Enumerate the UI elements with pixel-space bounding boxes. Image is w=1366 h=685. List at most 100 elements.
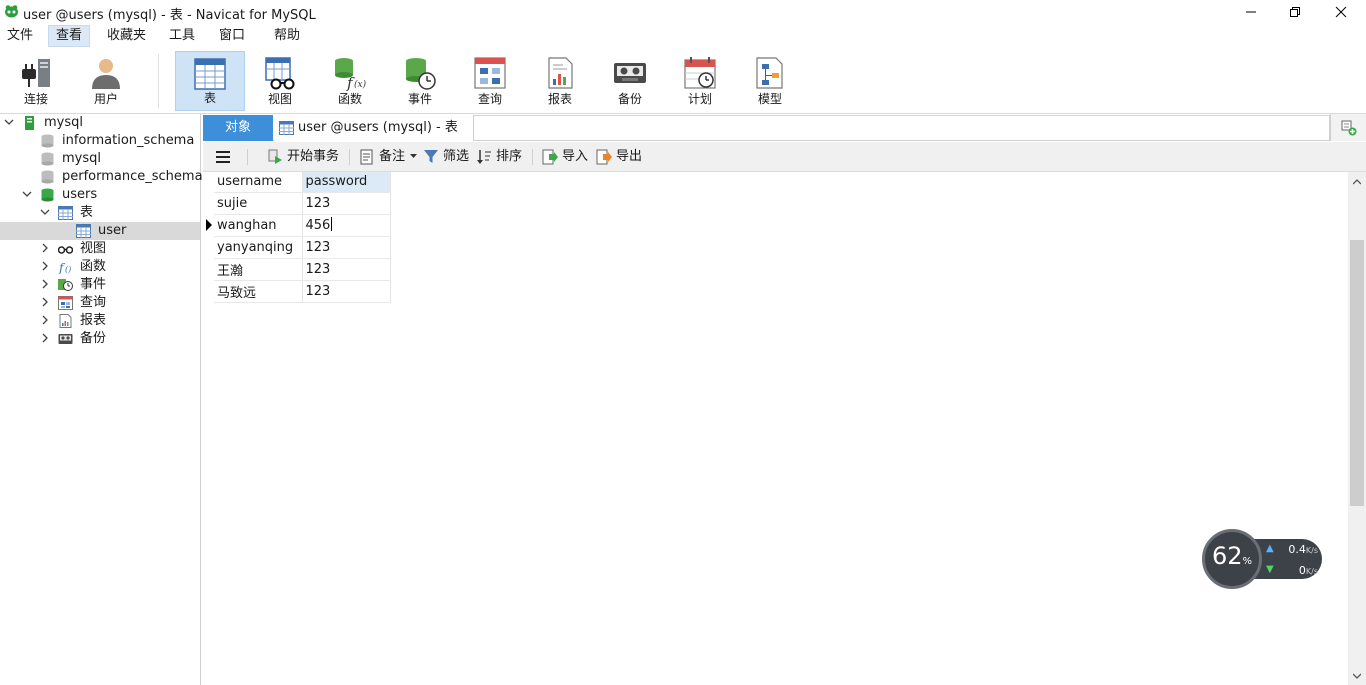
export-button[interactable]: 导出 (596, 148, 646, 166)
tree-database-information-schema[interactable]: information_schema (0, 132, 200, 150)
function-icon: f (x) (335, 58, 367, 91)
chevron-down-icon[interactable] (40, 207, 50, 217)
cell-username[interactable]: 马致远 (214, 280, 303, 303)
query-icon (474, 57, 506, 89)
tree-database-mysql[interactable]: mysql (0, 150, 200, 168)
chevron-down-icon[interactable] (22, 189, 32, 199)
scroll-down-icon[interactable] (1353, 672, 1361, 680)
tree-group-reports[interactable]: 报表 (0, 312, 200, 330)
grid-header-row: username password (214, 172, 391, 193)
menu-file[interactable]: 文件 (0, 25, 40, 47)
tree-label: users (62, 187, 98, 202)
toolbar-event-button[interactable]: 事件 (385, 51, 455, 111)
tree-label: information_schema (62, 133, 195, 148)
table-icon (76, 224, 91, 238)
chevron-down-icon[interactable] (4, 117, 14, 127)
table-row: yanyanqing 123 (214, 236, 391, 259)
toolbar-separator (532, 149, 533, 165)
filter-button[interactable]: 筛选 (423, 148, 473, 166)
cell-password[interactable]: 123 (302, 280, 391, 303)
network-speed-widget[interactable]: 62% ▲ 0.4K/s ▼ 0K/s (1202, 529, 1324, 589)
tree-connection-mysql[interactable]: mysql (0, 114, 200, 132)
cell-password[interactable]: 123 (302, 258, 391, 281)
toolbar-label: 视图 (267, 92, 292, 106)
tree-group-functions[interactable]: f() 函数 (0, 258, 200, 276)
sort-button[interactable]: 排序 (476, 148, 526, 166)
tree-group-tables[interactable]: 表 (0, 204, 200, 222)
download-speed: 0K/s (1298, 564, 1318, 577)
toolbar-table-button[interactable]: 表 (175, 51, 245, 111)
toolbar-separator (349, 149, 350, 165)
cell-username[interactable]: 王瀚 (214, 258, 303, 281)
toolbar-schedule-button[interactable]: 计划 (665, 51, 735, 111)
tree-group-queries[interactable]: 查询 (0, 294, 200, 312)
tab-user-table[interactable]: user @users (mysql) - 表 (274, 115, 474, 141)
toolbar-view-button[interactable]: 视图 (245, 51, 315, 111)
query-icon (58, 296, 73, 310)
chevron-right-icon[interactable] (40, 315, 50, 325)
filter-icon (424, 150, 438, 163)
view-glasses-icon (58, 246, 73, 254)
cell-username[interactable]: wanghan (214, 214, 303, 237)
tab-objects[interactable]: 对象 (203, 115, 273, 141)
tree-group-events[interactable]: 事件 (0, 276, 200, 294)
tree-table-user[interactable]: user (0, 222, 200, 240)
tree-label: mysql (44, 115, 83, 130)
begin-transaction-button[interactable]: 开始事务 (267, 148, 347, 166)
schedule-icon (684, 57, 716, 89)
cell-username[interactable]: yanyanqing (214, 236, 303, 259)
menu-window[interactable]: 窗口 (212, 25, 252, 47)
cell-username[interactable]: sujie (214, 192, 303, 215)
tree-label: 视图 (80, 241, 107, 256)
column-header-password[interactable]: password (302, 172, 391, 193)
import-button[interactable]: 导入 (542, 148, 592, 166)
chevron-right-icon[interactable] (40, 333, 50, 343)
new-tab-button[interactable] (1330, 114, 1366, 141)
vertical-scrollbar[interactable] (1348, 172, 1366, 685)
tree-label: 事件 (80, 277, 107, 292)
table-row: wanghan 456 (214, 214, 391, 237)
button-label: 导出 (616, 149, 643, 164)
toolbar-function-button[interactable]: f (x) 函数 (315, 51, 385, 111)
scroll-up-icon[interactable] (1353, 178, 1361, 186)
cell-password-editing[interactable]: 456 (302, 214, 391, 237)
memo-icon (360, 149, 373, 165)
chevron-right-icon[interactable] (40, 261, 50, 271)
tree-group-backups[interactable]: 备份 (0, 330, 200, 348)
report-icon (548, 57, 573, 89)
toolbar-connection-button[interactable]: 连接 (1, 51, 71, 111)
cell-password[interactable]: 123 (302, 192, 391, 215)
toolbar-user-button[interactable]: 用户 (71, 51, 141, 111)
memo-button[interactable]: 备注 (359, 148, 417, 166)
tree-database-performance-schema[interactable]: performance_schema (0, 168, 203, 186)
svg-text:(): () (65, 265, 71, 274)
close-button[interactable] (1318, 0, 1364, 24)
toolbar-label: 函数 (337, 92, 362, 106)
scrollbar-thumb[interactable] (1350, 240, 1364, 506)
cell-password[interactable]: 123 (302, 236, 391, 259)
menu-help[interactable]: 帮助 (267, 25, 307, 47)
menu-view[interactable]: 查看 (48, 25, 91, 47)
minimize-button[interactable] (1228, 0, 1274, 24)
chevron-right-icon[interactable] (40, 243, 50, 253)
toolbar-backup-button[interactable]: 备份 (595, 51, 665, 111)
tree-label: 表 (80, 205, 94, 220)
tree-group-views[interactable]: 视图 (0, 240, 200, 258)
menu-tools[interactable]: 工具 (162, 25, 202, 47)
restore-button[interactable] (1272, 0, 1318, 24)
column-header-username[interactable]: username (214, 172, 303, 193)
add-object-icon (1341, 120, 1357, 136)
title-bar: user @users (mysql) - 表 - Navicat for My… (0, 0, 1366, 24)
toolbar-query-button[interactable]: 查询 (455, 51, 525, 111)
database-icon (41, 134, 54, 148)
view-icon (265, 57, 295, 90)
navicat-logo-icon (5, 5, 18, 18)
button-label: 开始事务 (287, 149, 340, 164)
toolbar-model-button[interactable]: 模型 (735, 51, 805, 111)
tree-database-users[interactable]: users (0, 186, 200, 204)
chevron-right-icon[interactable] (40, 279, 50, 289)
toolbar-report-button[interactable]: 报表 (525, 51, 595, 111)
menu-button[interactable] (215, 148, 233, 166)
menu-favorites[interactable]: 收藏夹 (100, 25, 153, 47)
chevron-right-icon[interactable] (40, 297, 50, 307)
